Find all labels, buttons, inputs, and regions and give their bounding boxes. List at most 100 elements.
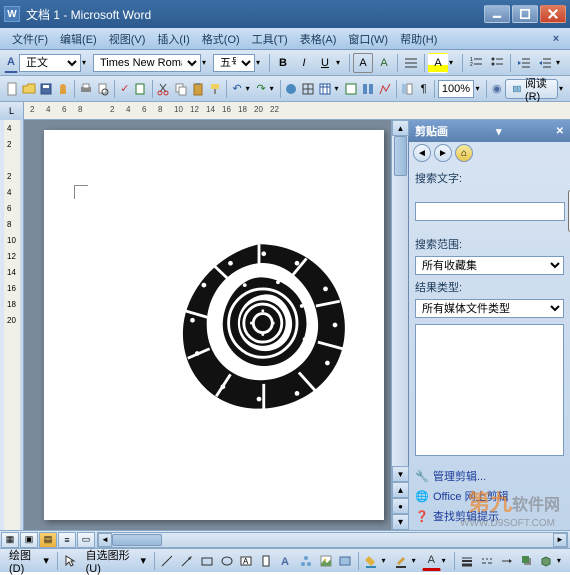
style-marker-icon[interactable]: A [4,53,18,73]
search-text-input[interactable] [415,202,565,221]
scroll-up-button[interactable]: ▲ [392,120,409,136]
size-select[interactable]: 五号 [213,54,255,72]
undo-dropdown-icon[interactable]: ▾ [246,84,253,93]
read-mode-button[interactable]: 阅读(R) [505,79,558,99]
search-scope-select[interactable]: 所有收藏集 [415,256,564,275]
outline-view-button[interactable]: ≡ [58,532,76,548]
reading-view-button[interactable]: ▭ [77,532,95,548]
autoshapes-button[interactable]: 自选图形(U) ▾ [81,551,151,571]
prev-page-button[interactable]: ▴ [392,482,409,498]
menu-help[interactable]: 帮助(H) [394,29,443,49]
taskpane-back-button[interactable]: ◄ [413,144,431,162]
toolbar-overflow-icon[interactable]: ▾ [556,58,566,67]
result-type-select[interactable]: 所有媒体文件类型 [415,299,564,318]
open-button[interactable] [21,79,37,99]
format-painter-button[interactable] [207,79,223,99]
hyperlink-button[interactable] [283,79,299,99]
text-effect-a2-button[interactable]: A [374,53,394,73]
select-objects-button[interactable] [61,551,80,571]
text-effect-a-button[interactable]: A [353,53,373,73]
columns-button[interactable] [360,79,376,99]
menu-view[interactable]: 视图(V) [103,29,152,49]
print-layout-view-button[interactable]: ▤ [39,532,57,548]
office-online-link[interactable]: 🌐Office 网上剪辑 [415,486,564,506]
numbering-button[interactable]: 12 [466,53,486,73]
research-button[interactable] [133,79,149,99]
scroll-thumb-v[interactable] [394,136,407,176]
close-button[interactable] [540,5,566,23]
menu-table[interactable]: 表格(A) [294,29,343,49]
menu-window[interactable]: 窗口(W) [342,29,394,49]
print-preview-button[interactable] [95,79,111,99]
save-button[interactable] [38,79,54,99]
diagram-button[interactable] [296,551,315,571]
dash-style-button[interactable] [478,551,497,571]
drawbar-overflow-icon[interactable]: ▾ [557,556,566,565]
next-page-button[interactable]: ▾ [392,514,409,530]
style-dropdown-icon[interactable]: ▾ [82,58,92,67]
font-dropdown-icon[interactable]: ▾ [202,58,212,67]
distributed-align-button[interactable] [401,53,421,73]
font-color-dropdown-icon[interactable]: ▾ [442,556,451,565]
clipart-button[interactable] [316,551,335,571]
fill-color-button[interactable] [362,551,381,571]
table-dropdown-icon[interactable]: ▾ [334,84,341,93]
oval-tool-button[interactable] [217,551,236,571]
new-doc-button[interactable] [4,79,20,99]
maximize-button[interactable] [512,5,538,23]
browse-object-button[interactable]: ● [392,498,409,514]
redo-button[interactable]: ↷ [254,79,269,99]
shadow-style-button[interactable] [517,551,536,571]
cut-button[interactable] [156,79,172,99]
ruler-h-strip[interactable]: 2 4 6 8 2 4 6 8 10 12 14 16 18 20 22 [24,102,570,119]
scroll-thumb-h[interactable] [112,534,162,546]
print-button[interactable] [78,79,94,99]
redo-dropdown-icon[interactable]: ▾ [270,84,277,93]
fill-color-dropdown-icon[interactable]: ▾ [381,556,390,565]
scroll-left-button[interactable]: ◄ [98,533,112,547]
help-icon[interactable]: × [548,33,564,45]
undo-button[interactable]: ↶ [230,79,245,99]
bold-button[interactable]: B [273,53,293,73]
vertical-scrollbar[interactable]: ▲ ▼ ▴ ● ▾ [391,120,408,530]
taskpane-forward-button[interactable]: ► [434,144,452,162]
draw-menu-button[interactable]: 绘图(D) ▾ [4,551,54,571]
menu-file[interactable]: 文件(F) [6,29,54,49]
underline-button[interactable]: U [315,53,335,73]
bullets-button[interactable] [487,53,507,73]
line-tool-button[interactable] [158,551,177,571]
vertical-ruler[interactable]: 4 2 2 4 6 8 10 12 14 16 18 20 [0,120,24,530]
drawing-toggle-button[interactable] [377,79,393,99]
size-dropdown-icon[interactable]: ▾ [256,58,266,67]
wordart-button[interactable]: A [277,551,296,571]
help-button[interactable]: ◉ [489,79,504,99]
font-select[interactable]: Times New Roman [93,54,201,72]
decrease-indent-button[interactable] [514,53,534,73]
zoom-dropdown-icon[interactable]: ▾ [475,84,482,93]
insert-picture-button[interactable] [336,551,355,571]
menu-format[interactable]: 格式(O) [196,29,246,49]
line-color-dropdown-icon[interactable]: ▾ [412,556,421,565]
underline-dropdown-icon[interactable]: ▾ [336,58,346,67]
menu-insert[interactable]: 插入(I) [151,29,195,49]
scroll-down-button[interactable]: ▼ [392,466,409,482]
style-select[interactable]: 正文 [19,54,81,72]
font-color-button[interactable]: A [422,551,441,571]
tables-borders-button[interactable] [300,79,316,99]
find-tipsimediately-link[interactable]: ❓查找剪辑提示 [415,506,564,526]
copy-button[interactable] [173,79,189,99]
manage-clips-link[interactable]: 🔧管理剪辑... [415,466,564,486]
paste-button[interactable] [190,79,206,99]
highlight-button[interactable]: A [428,53,448,73]
arrow-style-button[interactable] [497,551,516,571]
document-page[interactable] [44,130,384,520]
doc-map-button[interactable] [399,79,415,99]
rectangle-tool-button[interactable] [198,551,217,571]
3d-style-button[interactable] [537,551,556,571]
italic-button[interactable]: I [294,53,314,73]
line-style-button[interactable] [458,551,477,571]
scroll-right-button[interactable]: ► [553,533,567,547]
web-view-button[interactable]: ▣ [20,532,38,548]
line-color-button[interactable] [392,551,411,571]
spelling-button[interactable]: ✓ [117,79,132,99]
